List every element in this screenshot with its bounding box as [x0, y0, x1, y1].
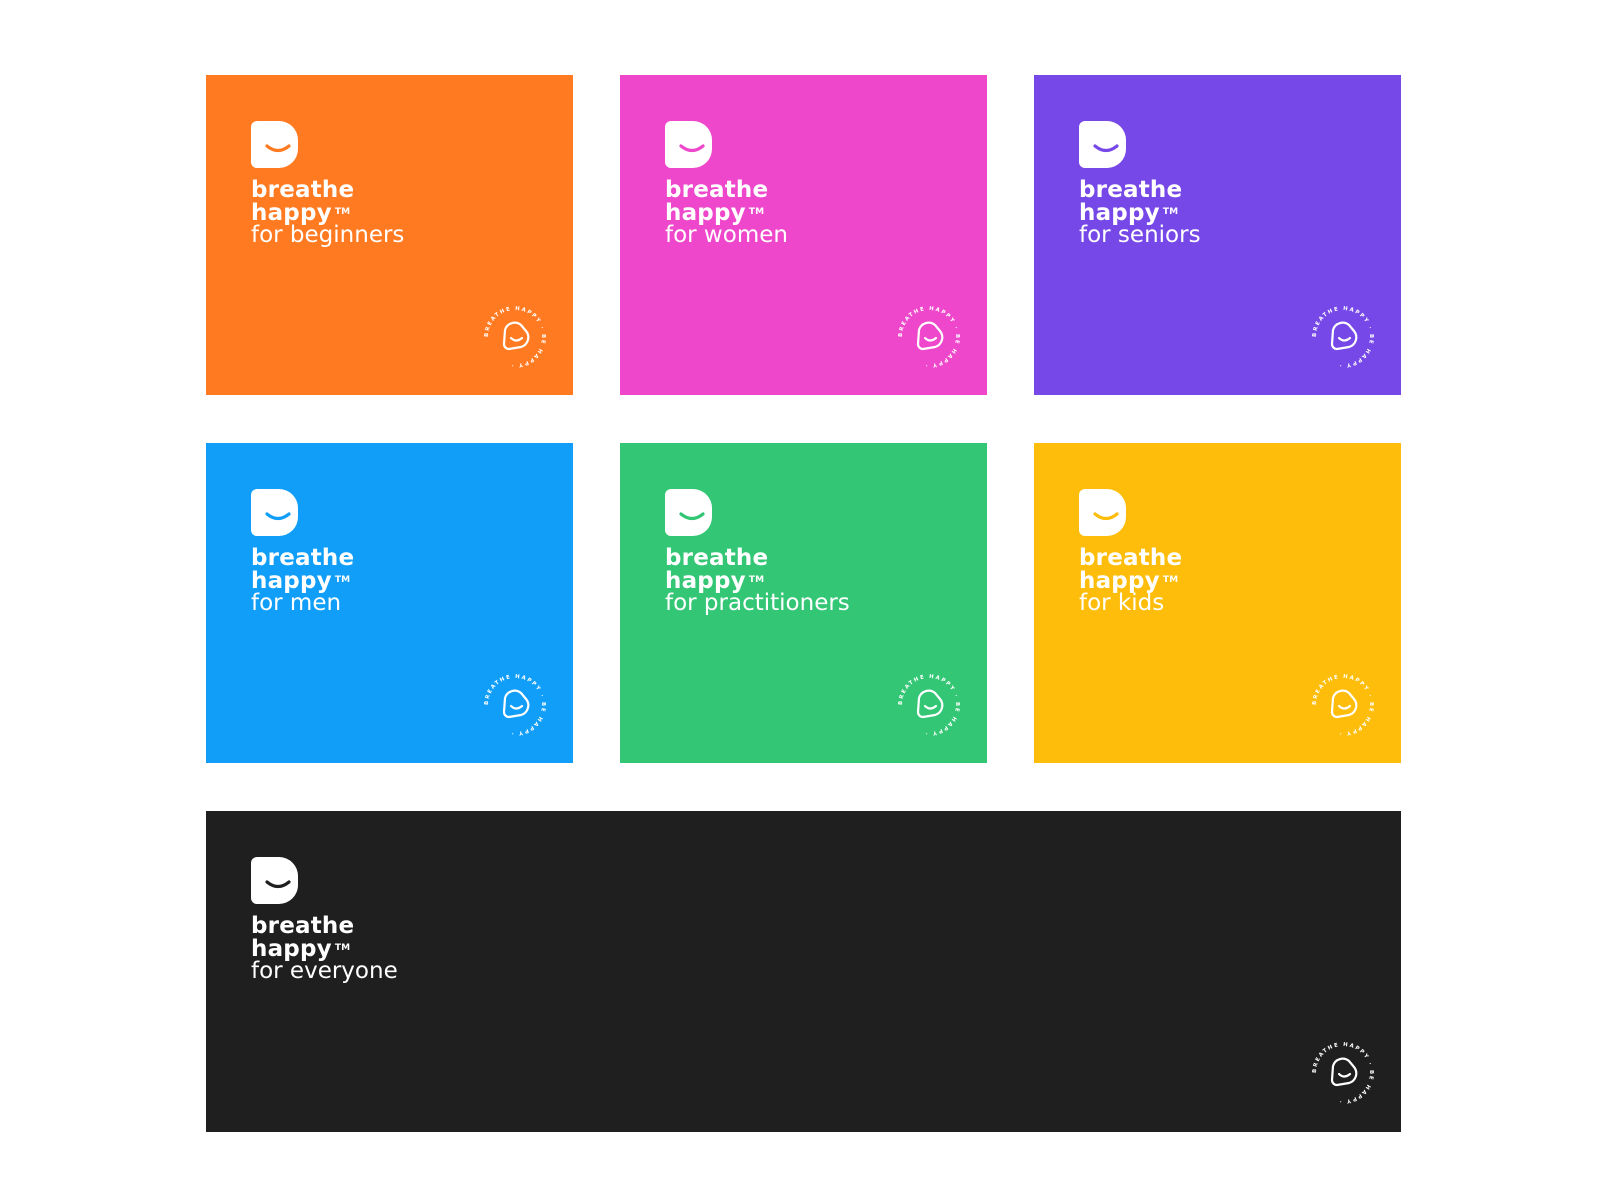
wordmark: breathe happy TM for seniors — [1079, 177, 1201, 248]
trademark-sup: TM — [334, 207, 351, 217]
svg-text:BREATHE HAPPY · BE HAPPY ·: BREATHE HAPPY · BE HAPPY · — [898, 306, 960, 368]
trademark-sup: TM — [748, 575, 765, 585]
circular-seal-icon: BREATHE HAPPY · BE HAPPY · — [484, 306, 546, 368]
seal-text: BREATHE HAPPY · BE HAPPY · — [898, 674, 959, 736]
wordmark: breathe happy TM for women — [665, 177, 788, 248]
card-everyone: breathe happy TM for everyone BREATHE HAP… — [206, 811, 1401, 1132]
smile-b-logo-icon — [665, 121, 712, 168]
card-kids: breathe happy TM for kids BREATHE HAPPY ·… — [1034, 443, 1401, 763]
smile-b-logo-icon — [1079, 489, 1126, 536]
card-subtitle: for women — [665, 222, 788, 248]
card-subtitle: for kids — [1079, 590, 1165, 616]
seal-text: BREATHE HAPPY · BE HAPPY · — [898, 306, 959, 368]
card-subtitle: for men — [251, 590, 342, 616]
circular-seal-icon: BREATHE HAPPY · BE HAPPY · — [898, 306, 960, 368]
wordmark: breathe happy TM for beginners — [251, 177, 405, 248]
card-seniors: breathe happy TM for seniors BREATHE HAPP… — [1034, 75, 1401, 395]
smile-b-logo-icon — [251, 121, 298, 168]
card-men: breathe happy TM for men BREATHE HAPPY · … — [206, 443, 573, 763]
card-subtitle: for practitioners — [665, 590, 850, 616]
smile-b-logo-icon — [251, 489, 298, 536]
trademark-sup: TM — [334, 575, 351, 585]
circular-seal-icon: BREATHE HAPPY · BE HAPPY · — [1312, 674, 1374, 736]
card-women: breathe happy TM for women BREATHE HAPPY … — [620, 75, 987, 395]
brand-line-breathe: breathe — [1079, 177, 1183, 203]
smile-b-logo-icon — [665, 489, 712, 536]
seal-text: BREATHE HAPPY · BE HAPPY · — [1312, 306, 1373, 368]
brand-line-breathe: breathe — [251, 913, 355, 939]
seal-text: BREATHE HAPPY · BE HAPPY · — [1312, 674, 1373, 736]
circular-seal-icon: BREATHE HAPPY · BE HAPPY · — [1312, 1042, 1374, 1104]
wordmark: breathe happy TM for everyone — [251, 913, 398, 984]
trademark-sup: TM — [334, 943, 351, 953]
wordmark: breathe happy TM for kids — [1079, 545, 1183, 616]
seal-text: BREATHE HAPPY · BE HAPPY · — [484, 306, 545, 368]
smile-b-logo-icon — [1079, 121, 1126, 168]
circular-seal-icon: BREATHE HAPPY · BE HAPPY · — [1312, 306, 1374, 368]
card-beginners: breathe happy TM for beginners BREATHE HA… — [206, 75, 573, 395]
wordmark: breathe happy TM for men — [251, 545, 355, 616]
seal-text: BREATHE HAPPY · BE HAPPY · — [484, 674, 545, 736]
circular-seal-icon: BREATHE HAPPY · BE HAPPY · — [898, 674, 960, 736]
smile-b-logo-icon — [251, 857, 298, 904]
trademark-sup: TM — [1162, 207, 1179, 217]
brand-line-breathe: breathe — [251, 545, 355, 571]
brand-line-breathe: breathe — [665, 177, 769, 203]
wordmark: breathe happy TM for practitioners — [665, 545, 850, 616]
brand-line-breathe: breathe — [1079, 545, 1183, 571]
svg-text:BREATHE HAPPY · BE HAPPY ·: BREATHE HAPPY · BE HAPPY · — [898, 674, 960, 736]
brand-line-breathe: breathe — [251, 177, 355, 203]
brand-line-breathe: breathe — [665, 545, 769, 571]
svg-text:BREATHE HAPPY · BE HAPPY ·: BREATHE HAPPY · BE HAPPY · — [484, 306, 546, 368]
trademark-sup: TM — [748, 207, 765, 217]
svg-text:BREATHE HAPPY · BE HAPPY ·: BREATHE HAPPY · BE HAPPY · — [1312, 306, 1374, 368]
card-subtitle: for seniors — [1079, 222, 1201, 248]
svg-text:BREATHE HAPPY · BE HAPPY ·: BREATHE HAPPY · BE HAPPY · — [1312, 674, 1374, 736]
trademark-sup: TM — [1162, 575, 1179, 585]
card-subtitle: for everyone — [251, 958, 398, 984]
circular-seal-icon: BREATHE HAPPY · BE HAPPY · — [484, 674, 546, 736]
svg-text:BREATHE HAPPY · BE HAPPY ·: BREATHE HAPPY · BE HAPPY · — [484, 674, 546, 736]
svg-text:BREATHE HAPPY · BE HAPPY ·: BREATHE HAPPY · BE HAPPY · — [1312, 1042, 1374, 1104]
card-practitioners: breathe happy TM for practitioners BREATH… — [620, 443, 987, 763]
card-subtitle: for beginners — [251, 222, 405, 248]
seal-text: BREATHE HAPPY · BE HAPPY · — [1312, 1042, 1373, 1104]
